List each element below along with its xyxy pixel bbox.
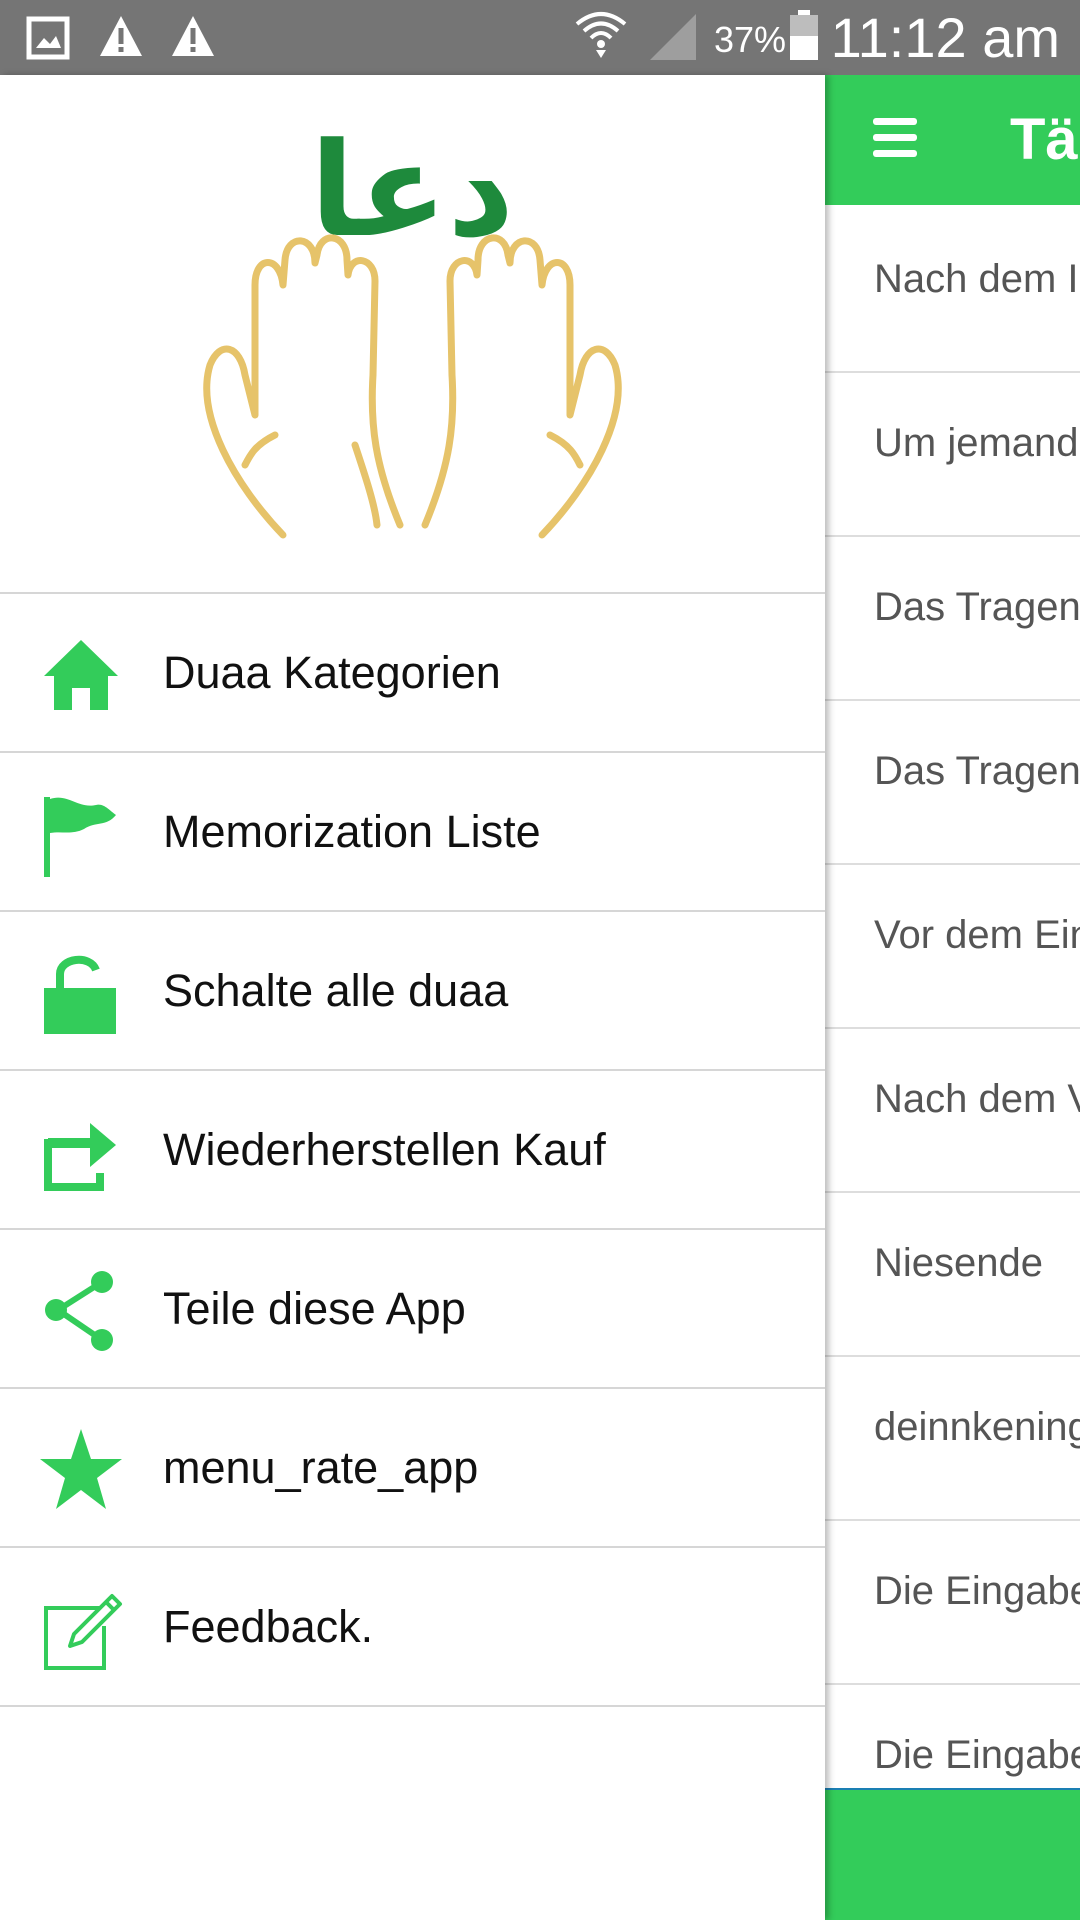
drawer-menu: Duaa Kategorien Memorization Liste Schal… [0,594,825,1707]
unlock-icon [44,956,116,1034]
duaa-list: Nach dem I Um jemand Das Tragen Das Trag… [825,209,1080,1849]
list-item-label: deinnkening [874,1405,1080,1449]
list-item[interactable]: Das Tragen [825,537,1080,701]
clock: 11:12 am [830,6,1060,69]
drawer-header: دعا [0,75,825,594]
battery-icon [790,10,818,60]
list-item-label: Um jemand [874,421,1079,465]
bottom-banner[interactable] [825,1788,1080,1920]
main-content: Täg Nach dem I Um jemand Das Tragen Das … [825,75,1080,1920]
menu-item-memorization-list[interactable]: Memorization Liste [0,753,825,912]
list-item[interactable]: Nach dem V [825,1029,1080,1193]
flag-icon [44,797,116,877]
menu-item-label: Memorization Liste [163,806,541,857]
menu-item-label: Teile diese App [163,1283,466,1334]
list-item[interactable]: Das Tragen [825,701,1080,865]
list-item-label: Das Tragen [874,585,1080,629]
warning-icon [100,16,142,56]
restore-icon [44,1123,116,1191]
menu-item-unlock-all[interactable]: Schalte alle duaa [0,912,825,1071]
app-bar-title: Täg [1010,107,1080,172]
app-logo: دعا [203,114,622,539]
menu-item-label: Wiederherstellen Kauf [163,1124,606,1175]
menu-item-label: Duaa Kategorien [163,647,501,698]
list-item-label: Die Eingabe [874,1569,1080,1613]
menu-item-label: Schalte alle duaa [163,965,509,1016]
signal-icon [650,14,696,60]
edit-icon [44,1594,122,1670]
list-item[interactable]: Vor dem Ein [825,865,1080,1029]
warning-icon [172,16,214,56]
menu-item-label: Feedback. [163,1601,374,1652]
menu-item-share-app[interactable]: Teile diese App [0,1230,825,1389]
list-item-label: Nach dem V [874,1077,1080,1121]
share-icon [45,1271,113,1351]
list-item[interactable]: Nach dem I [825,209,1080,373]
list-item-label: Die Eingabe [874,1733,1080,1777]
battery-percentage: 37% [714,19,787,60]
star-icon [40,1429,122,1509]
app-bar: Täg [825,75,1080,205]
menu-item-rate-app[interactable]: menu_rate_app [0,1389,825,1548]
menu-item-label: menu_rate_app [163,1442,479,1493]
home-icon [44,640,118,710]
list-item-label: Vor dem Ein [874,913,1080,957]
list-item-label: Das Tragen [874,749,1080,793]
gallery-icon [26,16,70,60]
menu-item-duaa-categories[interactable]: Duaa Kategorien [0,594,825,753]
list-item[interactable]: Niesende [825,1193,1080,1357]
list-item-label: Niesende [874,1241,1044,1285]
hamburger-icon[interactable] [873,118,917,158]
menu-item-restore-purchase[interactable]: Wiederherstellen Kauf [0,1071,825,1230]
list-item[interactable]: deinnkening [825,1357,1080,1521]
list-item[interactable]: Die Eingabe [825,1521,1080,1685]
list-item-label: Nach dem I [874,257,1079,301]
wifi-icon [575,12,627,58]
menu-item-feedback[interactable]: Feedback. [0,1548,825,1707]
status-bar: 37% 11:12 am [0,0,1080,75]
navigation-drawer: دعا Duaa Kategorien Memorization Liste S… [0,75,825,1920]
list-item[interactable]: Um jemand [825,373,1080,537]
